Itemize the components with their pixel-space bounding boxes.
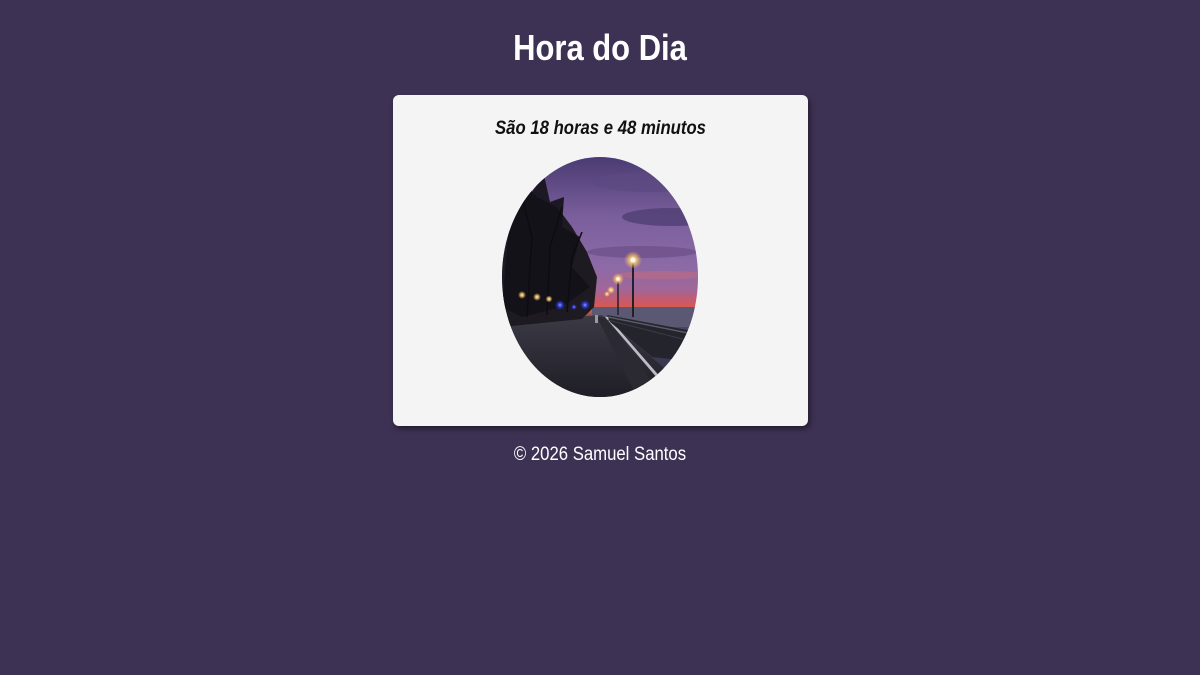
time-card: São 18 horas e 48 minutos (393, 95, 808, 426)
footer-copyright: © 2026 Samuel Santos (513, 444, 687, 465)
evening-photo (502, 157, 698, 397)
page-title: Hora do Dia (513, 27, 687, 68)
time-message: São 18 horas e 48 minutos (495, 118, 706, 139)
